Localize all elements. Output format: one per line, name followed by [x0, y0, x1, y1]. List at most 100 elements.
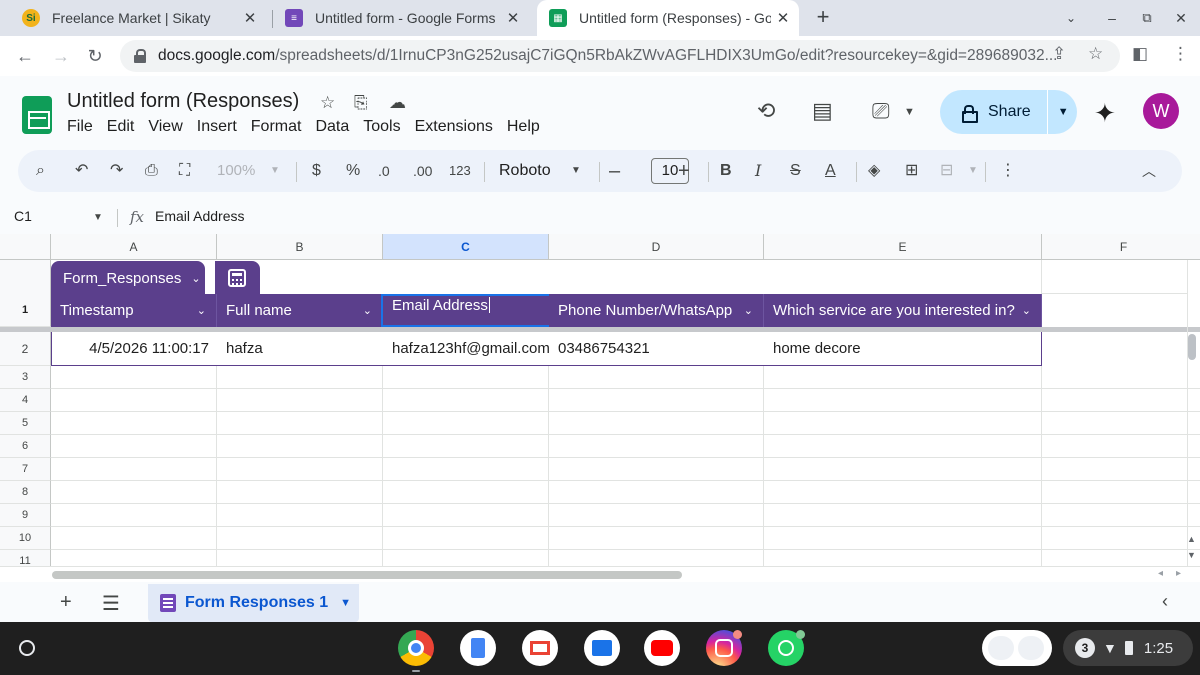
address-bar[interactable]: docs.google.com/spreadsheets/d/1IrnuCP3n…: [120, 40, 1120, 72]
share-page-icon[interactable]: ⇪: [1052, 44, 1066, 64]
cell-b2[interactable]: hafza: [217, 333, 383, 365]
row-header-2[interactable]: 2: [0, 332, 51, 366]
google-sheets-logo-icon[interactable]: [22, 96, 52, 134]
holding-space-thumbnails[interactable]: [982, 630, 1052, 666]
cell-d2[interactable]: 03486754321: [549, 333, 764, 365]
scroll-right-icon[interactable]: ▸: [1176, 568, 1181, 579]
chevron-down-icon[interactable]: ⌄: [1022, 304, 1031, 317]
collapse-menus-icon[interactable]: ︿: [1142, 160, 1156, 182]
meet-dropdown-icon[interactable]: ▼: [904, 106, 915, 118]
header-cell-phone[interactable]: Phone Number/WhatsApp ⌄: [549, 294, 764, 327]
column-header-b[interactable]: B: [217, 234, 383, 260]
browser-tab-sheets-responses[interactable]: ▦ Untitled form (Responses) - Goog ✕: [537, 0, 799, 36]
select-all-corner[interactable]: [0, 234, 51, 260]
chevron-down-icon[interactable]: ⌄: [363, 304, 372, 317]
header-cell-email-address-editing[interactable]: Email Address: [381, 294, 551, 327]
youtube-app-icon[interactable]: [644, 630, 680, 666]
fill-color-icon[interactable]: ◈: [868, 160, 880, 182]
minimize-icon[interactable]: –: [1100, 6, 1124, 30]
column-header-e[interactable]: E: [764, 234, 1042, 260]
cell-c2[interactable]: hafza123hf@gmail.com: [383, 333, 550, 365]
font-dropdown-icon[interactable]: ▼: [571, 160, 581, 182]
meet-camera-icon[interactable]: ⎚: [872, 98, 890, 124]
menu-insert[interactable]: Insert: [197, 118, 237, 136]
percent-format-button[interactable]: %: [346, 160, 360, 182]
bookmark-star-icon[interactable]: ☆: [1088, 44, 1103, 64]
launcher-icon[interactable]: [19, 640, 35, 656]
menu-extensions[interactable]: Extensions: [415, 118, 493, 136]
spreadsheet-grid[interactable]: A B C D E F Form_Responses ⌄ 1 Timestamp…: [0, 234, 1200, 574]
merge-dropdown-icon[interactable]: ▼: [968, 160, 978, 182]
row-header-9[interactable]: 9: [0, 504, 51, 527]
row-header-5[interactable]: 5: [0, 412, 51, 435]
back-arrow-icon[interactable]: ←: [12, 43, 38, 69]
menu-tools[interactable]: Tools: [363, 118, 400, 136]
docs-app-icon[interactable]: [460, 630, 496, 666]
comments-icon[interactable]: ▤: [812, 98, 833, 124]
name-box-dropdown-icon[interactable]: ▼: [93, 212, 103, 223]
increase-decimal-button[interactable]: .00: [413, 160, 432, 182]
column-header-a[interactable]: A: [51, 234, 217, 260]
redo-icon[interactable]: ↷: [110, 160, 123, 182]
menu-data[interactable]: Data: [315, 118, 349, 136]
currency-format-button[interactable]: $: [312, 160, 321, 182]
chrome-app-icon[interactable]: [398, 630, 434, 666]
new-tab-button[interactable]: +: [810, 4, 836, 30]
cell-e2[interactable]: home decore: [764, 333, 1042, 365]
strikethrough-button[interactable]: S: [790, 160, 801, 182]
scroll-down-icon[interactable]: ▼: [1187, 550, 1196, 560]
more-formats-button[interactable]: 123: [449, 160, 471, 182]
share-button[interactable]: Share ▼: [940, 90, 1077, 134]
search-menus-icon[interactable]: ⌕: [36, 160, 45, 182]
add-sheet-icon[interactable]: +: [60, 591, 72, 614]
paint-format-icon[interactable]: ⛶: [179, 160, 190, 182]
column-header-d[interactable]: D: [549, 234, 764, 260]
text-color-button[interactable]: A: [825, 160, 836, 182]
close-icon[interactable]: ✕: [501, 9, 525, 27]
menu-format[interactable]: Format: [251, 118, 302, 136]
cloud-saved-icon[interactable]: ☁: [389, 93, 406, 113]
browser-menu-icon[interactable]: ⋮: [1172, 44, 1189, 64]
scroll-left-icon[interactable]: ◂: [1158, 568, 1163, 579]
vertical-scrollbar-thumb[interactable]: [1188, 334, 1196, 360]
side-panel-icon[interactable]: ◧: [1132, 44, 1148, 64]
row-header-4[interactable]: 4: [0, 389, 51, 412]
files-app-icon[interactable]: [584, 630, 620, 666]
row-header-8[interactable]: 8: [0, 481, 51, 504]
increase-font-size-icon[interactable]: +: [678, 160, 690, 182]
table-name-chip[interactable]: Form_Responses ⌄: [51, 261, 205, 295]
name-box[interactable]: C1: [14, 208, 32, 224]
share-dropdown-icon[interactable]: ▼: [1058, 106, 1069, 118]
row-header-6[interactable]: 6: [0, 435, 51, 458]
row-header-10[interactable]: 10: [0, 527, 51, 550]
sheet-tab-form-responses[interactable]: Form Responses 1 ▼: [148, 584, 359, 622]
forward-arrow-icon[interactable]: →: [48, 43, 74, 69]
print-icon[interactable]: ⎙: [145, 160, 158, 182]
reload-icon[interactable]: ↻: [82, 43, 108, 69]
all-sheets-icon[interactable]: ☰: [102, 591, 120, 616]
menu-help[interactable]: Help: [507, 118, 540, 136]
row-header-7[interactable]: 7: [0, 458, 51, 481]
menu-view[interactable]: View: [148, 118, 182, 136]
undo-icon[interactable]: ↶: [75, 160, 88, 182]
chevron-down-icon[interactable]: ⌄: [744, 304, 753, 317]
formula-input[interactable]: Email Address: [155, 208, 244, 224]
table-tools-button[interactable]: [215, 261, 260, 295]
bold-button[interactable]: B: [720, 160, 732, 182]
column-header-f[interactable]: F: [1042, 234, 1200, 260]
star-icon[interactable]: ☆: [320, 93, 335, 113]
menu-edit[interactable]: Edit: [107, 118, 135, 136]
decrease-decimal-button[interactable]: .0: [378, 160, 390, 182]
header-cell-service[interactable]: Which service are you interested in? ⌄: [764, 294, 1042, 327]
gmail-app-icon[interactable]: [522, 630, 558, 666]
zoom-dropdown-icon[interactable]: ▼: [270, 160, 280, 182]
document-title[interactable]: Untitled form (Responses): [67, 90, 299, 113]
more-options-icon[interactable]: ⋮: [1000, 160, 1016, 182]
window-close-icon[interactable]: ✕: [1169, 6, 1193, 30]
italic-button[interactable]: I: [755, 160, 761, 182]
close-icon[interactable]: ✕: [238, 9, 262, 27]
avatar[interactable]: W: [1143, 93, 1179, 129]
move-folder-icon[interactable]: ⎘: [354, 93, 368, 113]
tab-search-chevron-icon[interactable]: ⌄: [1059, 6, 1083, 30]
horizontal-scrollbar-thumb[interactable]: [52, 571, 682, 579]
